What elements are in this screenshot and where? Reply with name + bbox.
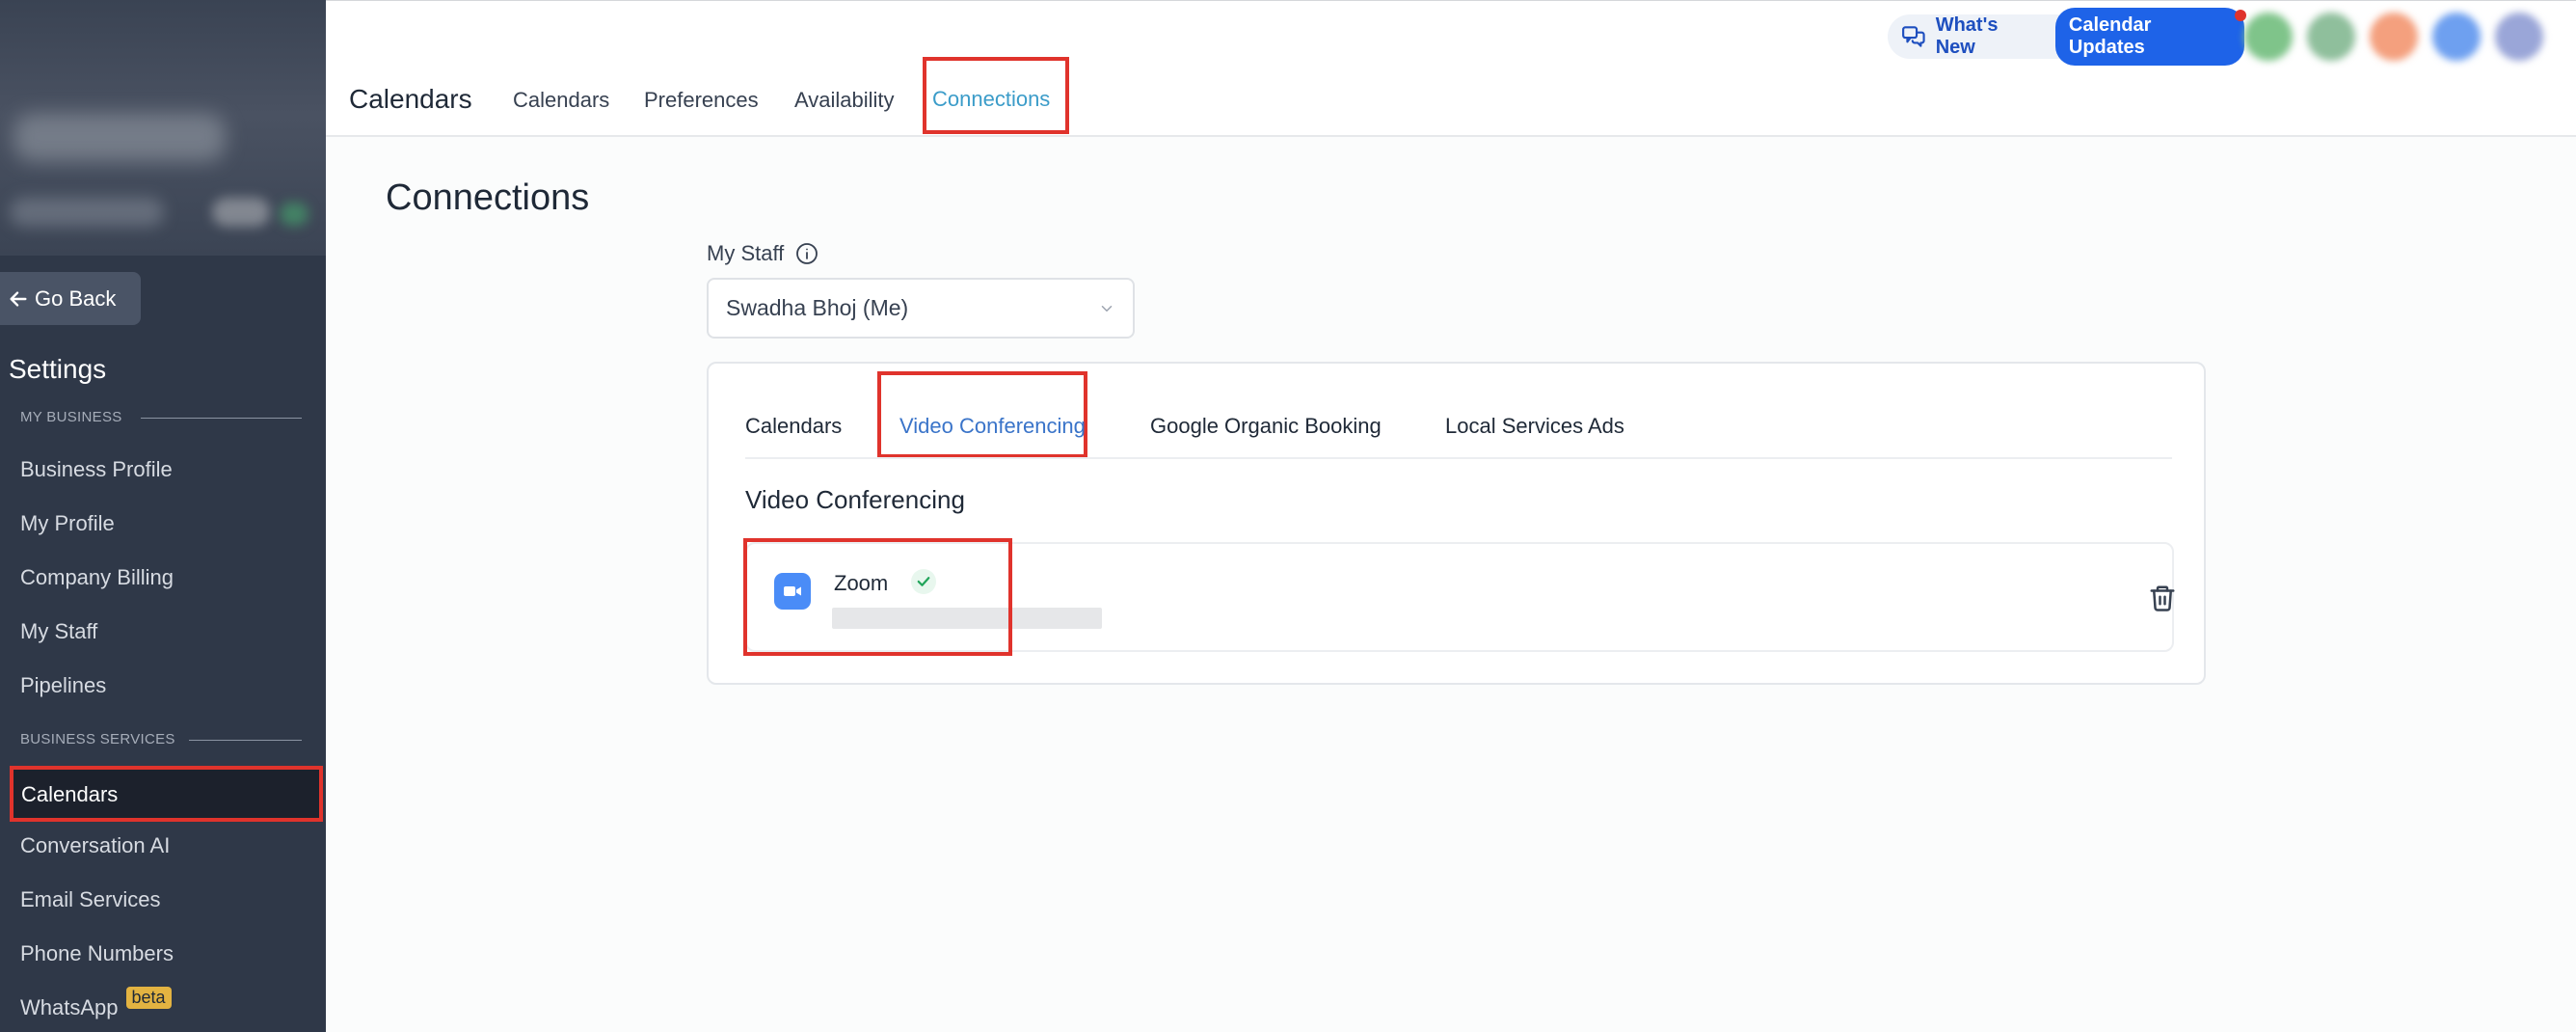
whats-new-banner[interactable]: What's New Calendar Updates [1888,8,2244,66]
sidebar-item-business-profile[interactable]: Business Profile [20,457,173,482]
settings-sidebar: Go Back Settings MY BUSINESS Business Pr… [0,0,326,1032]
highlight-box [743,538,1012,656]
sidebar-item-my-profile[interactable]: My Profile [20,511,115,536]
avatar[interactable] [2244,13,2293,61]
sidebar-item-label: WhatsApp [20,995,119,1019]
sidebar-item-my-staff[interactable]: My Staff [20,619,97,644]
sidebar-item-company-billing[interactable]: Company Billing [20,565,174,590]
tab-preferences[interactable]: Preferences [644,88,759,113]
whats-new-label: What's New [1935,14,1999,58]
page-title: Calendars [349,84,472,114]
sidebar-item-phone-numbers[interactable]: Phone Numbers [20,941,174,966]
go-back-button[interactable]: Go Back [0,272,141,325]
tab-calendars[interactable]: Calendars [513,88,609,113]
connections-card: Calendars Video Conferencing Google Orga… [707,362,2206,685]
tab-local-services-ads[interactable]: Local Services Ads [1445,414,1624,439]
connections-title: Connections [386,177,590,218]
section-title: Video Conferencing [745,485,965,514]
notification-dot [2235,10,2246,21]
sidebar-item-conversation-ai[interactable]: Conversation AI [20,833,170,858]
sidebar-item-email-services[interactable]: Email Services [20,887,160,912]
info-icon[interactable] [795,242,818,265]
calendar-updates-button[interactable]: Calendar Updates [2054,8,2244,66]
tab-calendars-sub[interactable]: Calendars [745,414,842,439]
go-back-label: Go Back [35,285,117,311]
staff-select-dropdown[interactable]: Swadha Bhoj (Me) [707,278,1135,339]
megaphone-chat-icon [1902,26,1925,47]
avatar[interactable] [2370,13,2418,61]
staff-select-value: Swadha Bhoj (Me) [726,295,909,320]
section-label-business-services: BUSINESS SERVICES [20,731,175,747]
section-label-my-business: MY BUSINESS [20,409,122,425]
sidebar-item-calendars[interactable]: Calendars [10,766,323,822]
settings-title: Settings [9,354,107,384]
sidebar-item-label: Calendars [21,782,119,806]
account-header-blurred [0,0,326,256]
sidebar-item-whatsapp[interactable]: WhatsApp beta [20,987,172,1020]
beta-badge: beta [125,987,172,1009]
my-staff-label: My Staff [707,241,818,266]
tab-divider [745,457,2172,459]
chevron-down-icon [1101,305,1113,312]
trash-icon[interactable] [2148,583,2177,613]
tab-connections[interactable]: Connections [932,87,1050,112]
avatar[interactable] [2432,13,2481,61]
top-header: Calendars Calendars Preferences Availabi… [326,0,2576,137]
avatar[interactable] [2307,13,2355,61]
tab-google-organic-booking[interactable]: Google Organic Booking [1150,414,1382,439]
tab-availability[interactable]: Availability [794,88,895,113]
arrow-left-icon [10,290,27,307]
tab-video-conferencing[interactable]: Video Conferencing [899,414,1086,439]
sidebar-item-pipelines[interactable]: Pipelines [20,673,106,698]
avatar[interactable] [2495,13,2543,61]
